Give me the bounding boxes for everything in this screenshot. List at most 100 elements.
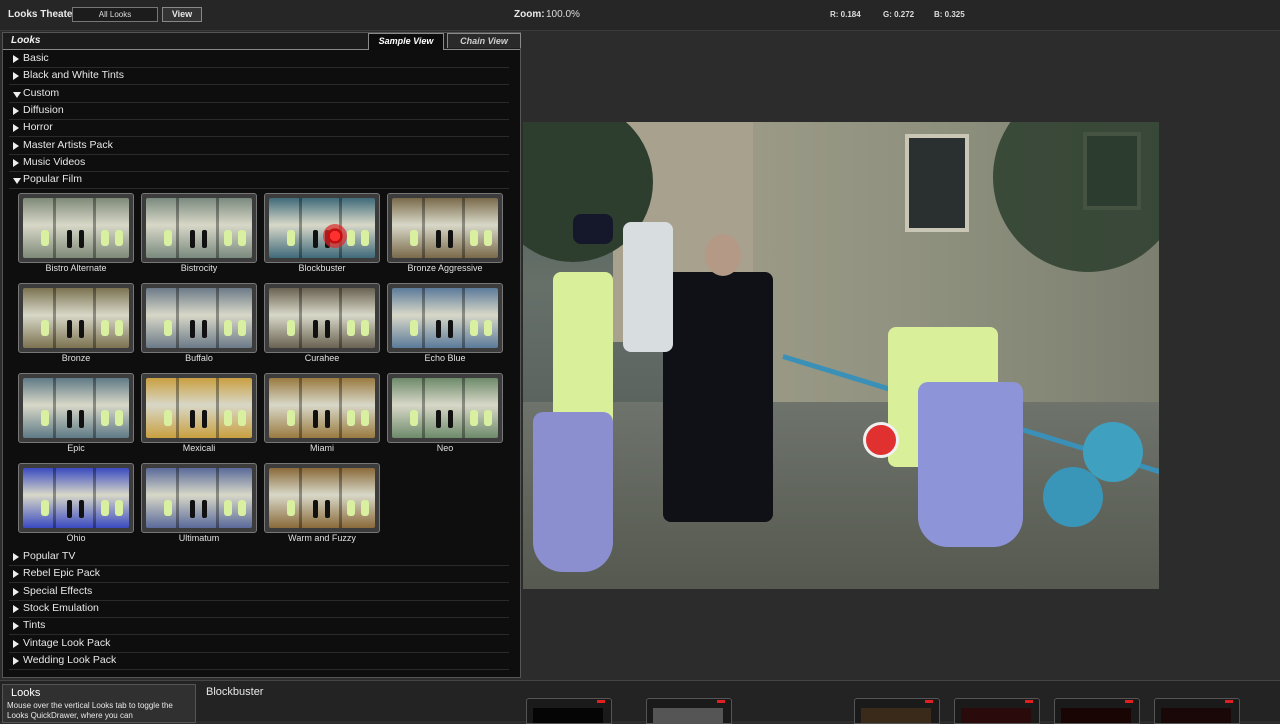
category-item[interactable]: Black and White Tints: [9, 68, 509, 86]
figure: [190, 500, 195, 518]
category-label: Stock Emulation: [23, 601, 99, 614]
tab-sample-view[interactable]: Sample View: [368, 33, 444, 50]
blue-readout: B: 0.325: [934, 10, 965, 19]
looks-panel-header: Looks Sample View Chain View: [3, 33, 521, 50]
red-flag: [863, 422, 899, 458]
look-thumbnail[interactable]: [141, 193, 257, 263]
figure: [470, 410, 478, 426]
look-thumbnail[interactable]: [387, 193, 503, 263]
collapsed-arrow-icon: [13, 553, 19, 561]
figure: [347, 320, 355, 336]
bridesmaid-hat: [573, 214, 613, 244]
look-label: Mexicali: [182, 443, 216, 453]
look-label: Bistrocity: [180, 263, 218, 273]
figure: [115, 410, 123, 426]
tool-slot[interactable]: [1054, 698, 1140, 724]
category-item[interactable]: Stock Emulation: [9, 601, 509, 618]
figure: [202, 500, 207, 518]
category-item[interactable]: Master Artists Pack: [9, 138, 509, 155]
figure: [67, 230, 72, 248]
category-item[interactable]: Custom: [9, 86, 509, 103]
category-label: Tints: [23, 619, 46, 632]
tree-trunk: [299, 468, 302, 528]
figure: [313, 500, 318, 518]
preview-image[interactable]: [523, 122, 1159, 589]
category-label: Master Artists Pack: [23, 138, 113, 151]
category-item[interactable]: Vintage Look Pack: [9, 636, 509, 653]
figure: [164, 410, 172, 426]
category-item[interactable]: Wedding Look Pack: [9, 653, 509, 670]
look-thumbnail[interactable]: [18, 463, 134, 533]
look-thumbnail[interactable]: [264, 283, 380, 353]
figure: [470, 320, 478, 336]
category-item[interactable]: Special Effects: [9, 584, 509, 601]
look-preview-image: [146, 288, 252, 348]
looks-filter-dropdown[interactable]: All Looks: [72, 7, 158, 22]
figure: [224, 230, 232, 246]
tool-indicator: [925, 700, 933, 703]
category-item[interactable]: Popular Film: [9, 172, 509, 190]
category-item[interactable]: Basic: [9, 51, 509, 68]
figure: [224, 410, 232, 426]
look-preview-image: [269, 288, 375, 348]
look-thumbnail[interactable]: [18, 283, 134, 353]
tool-indicator: [1125, 700, 1133, 703]
category-item[interactable]: Diffusion: [9, 103, 509, 120]
look-label: Bronze: [61, 353, 91, 363]
category-label: Horror: [23, 121, 53, 134]
top-toolbar: Looks Theater: All Looks View Zoom: 100.…: [0, 0, 1280, 31]
figure: [470, 230, 478, 246]
tree-trunk: [339, 378, 342, 438]
looks-panel-title: Looks: [11, 35, 41, 46]
figure: [436, 320, 441, 338]
tool-slot[interactable]: [526, 698, 612, 724]
tool-slot[interactable]: [954, 698, 1040, 724]
figure: [164, 500, 172, 516]
figure: [287, 500, 295, 516]
tree-trunk: [339, 468, 342, 528]
tab-chain-view[interactable]: Chain View: [447, 33, 521, 48]
figure: [325, 410, 330, 428]
tool-slot[interactable]: [1154, 698, 1240, 724]
look-thumbnail[interactable]: [141, 463, 257, 533]
look-preview-image: [146, 198, 252, 258]
look-thumbnail[interactable]: [141, 373, 257, 443]
tree-trunk: [462, 198, 465, 258]
look-label: Ohio: [66, 533, 86, 543]
figure: [287, 230, 295, 246]
figure: [436, 230, 441, 248]
tool-thumbnail: [1061, 708, 1131, 723]
tree-trunk: [216, 378, 219, 438]
tree-trunk: [422, 378, 425, 438]
look-thumbnail[interactable]: [141, 283, 257, 353]
look-thumbnail[interactable]: [264, 463, 380, 533]
figure: [164, 320, 172, 336]
figure: [224, 500, 232, 516]
view-button[interactable]: View: [162, 7, 202, 22]
category-item[interactable]: Horror: [9, 120, 509, 138]
figure: [79, 230, 84, 248]
look-thumbnail[interactable]: [18, 193, 134, 263]
tool-indicator: [1225, 700, 1233, 703]
category-item[interactable]: Music Videos: [9, 155, 509, 172]
look-thumbnail[interactable]: [264, 373, 380, 443]
look-thumbnail[interactable]: [264, 193, 380, 263]
tree-trunk: [216, 288, 219, 348]
tool-slot[interactable]: [646, 698, 732, 724]
look-thumbnail[interactable]: [387, 283, 503, 353]
tool-slot[interactable]: [854, 698, 940, 724]
tool-thumbnail: [861, 708, 931, 723]
cursor-click-indicator-icon: [323, 224, 347, 248]
zoom-value: 100.0%: [546, 9, 580, 20]
zoom-label: Zoom:: [514, 9, 545, 20]
look-thumbnail[interactable]: [18, 373, 134, 443]
look-thumbnail[interactable]: [387, 373, 503, 443]
category-label: Custom: [23, 86, 60, 99]
figure: [238, 500, 246, 516]
category-item[interactable]: Rebel Epic Pack: [9, 566, 509, 584]
guest: [623, 222, 673, 352]
category-item[interactable]: Popular TV: [9, 549, 509, 566]
category-item[interactable]: Tints: [9, 618, 509, 636]
figure: [79, 320, 84, 338]
tree-trunk: [422, 198, 425, 258]
